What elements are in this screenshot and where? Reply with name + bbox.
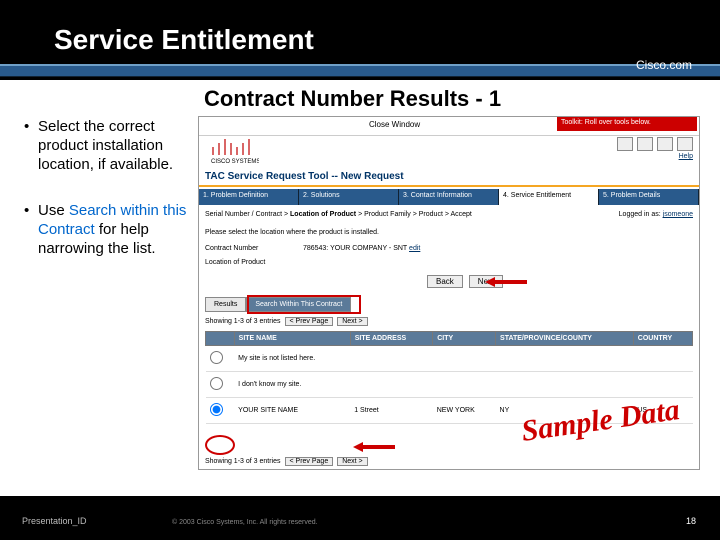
callout-oval <box>205 435 235 455</box>
presentation-id: Presentation_ID <box>22 516 87 526</box>
page-number: 18 <box>686 516 696 526</box>
pager-bottom: Showing 1-3 of 3 entries < Prev Page Nex… <box>205 457 368 466</box>
toolkit-banner: Toolkit: Roll over tools below. <box>557 117 697 131</box>
page-title: Service Entitlement <box>54 24 314 56</box>
toolkit-icons <box>617 137 693 151</box>
tool-icon[interactable] <box>637 137 653 151</box>
col-site-name[interactable]: SITE NAME <box>234 332 350 346</box>
step-5[interactable]: 5. Problem Details <box>599 189 699 205</box>
callout-arrow-icon <box>485 277 527 287</box>
col-site-address[interactable]: SITE ADDRESS <box>350 332 433 346</box>
bullet-1: Select the correct product installation … <box>24 118 192 174</box>
next-page-button[interactable]: Next > <box>337 317 367 326</box>
prev-page-button[interactable]: < Prev Page <box>285 457 334 466</box>
logged-in-label: Logged in as: jsomeone <box>619 211 693 218</box>
bullet-list: Select the correct product installation … <box>24 118 192 287</box>
next-page-button[interactable]: Next > <box>337 457 367 466</box>
divider-bar <box>0 64 720 77</box>
callout-box <box>247 295 361 314</box>
user-link[interactable]: jsomeone <box>663 211 693 218</box>
tab-results[interactable]: Results <box>205 297 246 312</box>
col-radio <box>206 332 235 346</box>
svg-text:CISCO SYSTEMS: CISCO SYSTEMS <box>211 159 259 165</box>
close-window-link[interactable]: Close Window <box>369 120 420 129</box>
slide-footer: Presentation_ID © 2003 Cisco Systems, In… <box>0 496 720 540</box>
col-city[interactable]: CITY <box>433 332 496 346</box>
col-state[interactable]: STATE/PROVINCE/COUNTY <box>496 332 634 346</box>
step-2[interactable]: 2. Solutions <box>299 189 399 205</box>
site-radio[interactable] <box>210 403 223 416</box>
instruction-text: Please select the location where the pro… <box>205 229 379 236</box>
orange-divider <box>199 185 699 187</box>
tool-icon[interactable] <box>677 137 693 151</box>
step-4[interactable]: 4. Service Entitlement <box>499 189 599 205</box>
edit-link[interactable]: edit <box>409 245 420 252</box>
subtitle: Contract Number Results - 1 <box>200 86 505 112</box>
step-3[interactable]: 3. Contact Information <box>399 189 499 205</box>
step-1[interactable]: 1. Problem Definition <box>199 189 299 205</box>
field-contract-number: Contract Number 786543: YOUR COMPANY - S… <box>205 245 420 252</box>
site-radio[interactable] <box>210 351 223 364</box>
table-row: My site is not listed here. <box>206 346 693 372</box>
help-link[interactable]: Help <box>679 153 693 160</box>
pager-top: Showing 1-3 of 3 entries < Prev Page Nex… <box>205 317 368 326</box>
brand-label: Cisco.com <box>636 58 692 72</box>
wizard-steps: 1. Problem Definition 2. Solutions 3. Co… <box>199 189 699 205</box>
cisco-logo: CISCO SYSTEMS <box>207 135 259 165</box>
col-country[interactable]: COUNTRY <box>633 332 692 346</box>
copyright: © 2003 Cisco Systems, Inc. All rights re… <box>172 519 318 526</box>
prev-page-button[interactable]: < Prev Page <box>285 317 334 326</box>
tool-icon[interactable] <box>657 137 673 151</box>
tool-heading: TAC Service Request Tool -- New Request <box>205 171 404 182</box>
table-row: I don't know my site. <box>206 372 693 398</box>
back-button[interactable]: Back <box>427 275 463 288</box>
breadcrumb: Serial Number / Contract > Location of P… <box>205 211 472 218</box>
bullet-2: Use Search within this Contract for help… <box>24 202 192 258</box>
callout-arrow-icon <box>353 442 395 452</box>
site-radio[interactable] <box>210 377 223 390</box>
tool-icon[interactable] <box>617 137 633 151</box>
field-location: Location of Product <box>205 259 301 266</box>
